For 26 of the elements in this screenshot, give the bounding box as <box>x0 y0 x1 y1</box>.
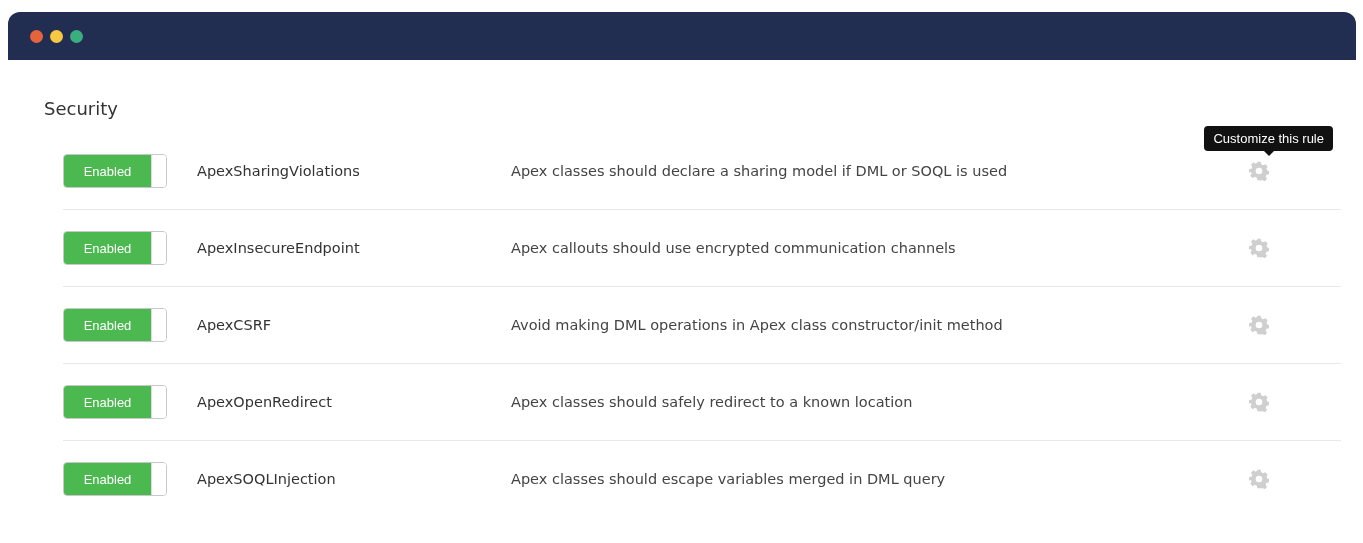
rule-name: ApexSharingViolations <box>197 163 361 179</box>
rule-name: ApexOpenRedirect <box>197 394 333 410</box>
enabled-toggle[interactable]: Enabled <box>63 154 167 188</box>
maximize-dot-icon[interactable] <box>70 29 83 43</box>
rule-name: ApexInsecureEndpoint <box>197 240 361 256</box>
rule-description: Avoid making DML operations in Apex class constructor/init method <box>511 317 1004 333</box>
settings-icon[interactable] <box>1249 238 1269 258</box>
enabled-toggle[interactable]: Enabled <box>63 308 167 342</box>
rule-name: ApexCSRF <box>197 317 273 333</box>
settings-icon[interactable] <box>1249 161 1269 181</box>
close-dot-icon[interactable] <box>30 29 43 43</box>
settings-icon[interactable] <box>1249 469 1269 489</box>
tooltip-pointer-icon <box>1263 151 1274 156</box>
rule-description: Apex classes should declare a sharing model if DML or SOQL is used <box>511 163 1009 179</box>
enabled-toggle[interactable]: Enabled <box>63 231 167 265</box>
settings-icon[interactable] <box>1249 392 1269 412</box>
rule-name: ApexSOQLInjection <box>197 471 337 487</box>
rule-description: Apex classes should safely redirect to a known location <box>511 394 914 410</box>
tooltip: Customize this rule <box>1204 126 1333 151</box>
enabled-toggle[interactable]: Enabled <box>63 462 167 496</box>
minimize-dot-icon[interactable] <box>50 29 63 43</box>
section-title: Security <box>44 98 119 119</box>
rule-description: Apex classes should escape variables merged in DML query <box>511 471 947 487</box>
enabled-toggle[interactable]: Enabled <box>63 385 167 419</box>
rule-description: Apex callouts should use encrypted communication channels <box>511 240 957 256</box>
settings-icon[interactable] <box>1249 315 1269 335</box>
